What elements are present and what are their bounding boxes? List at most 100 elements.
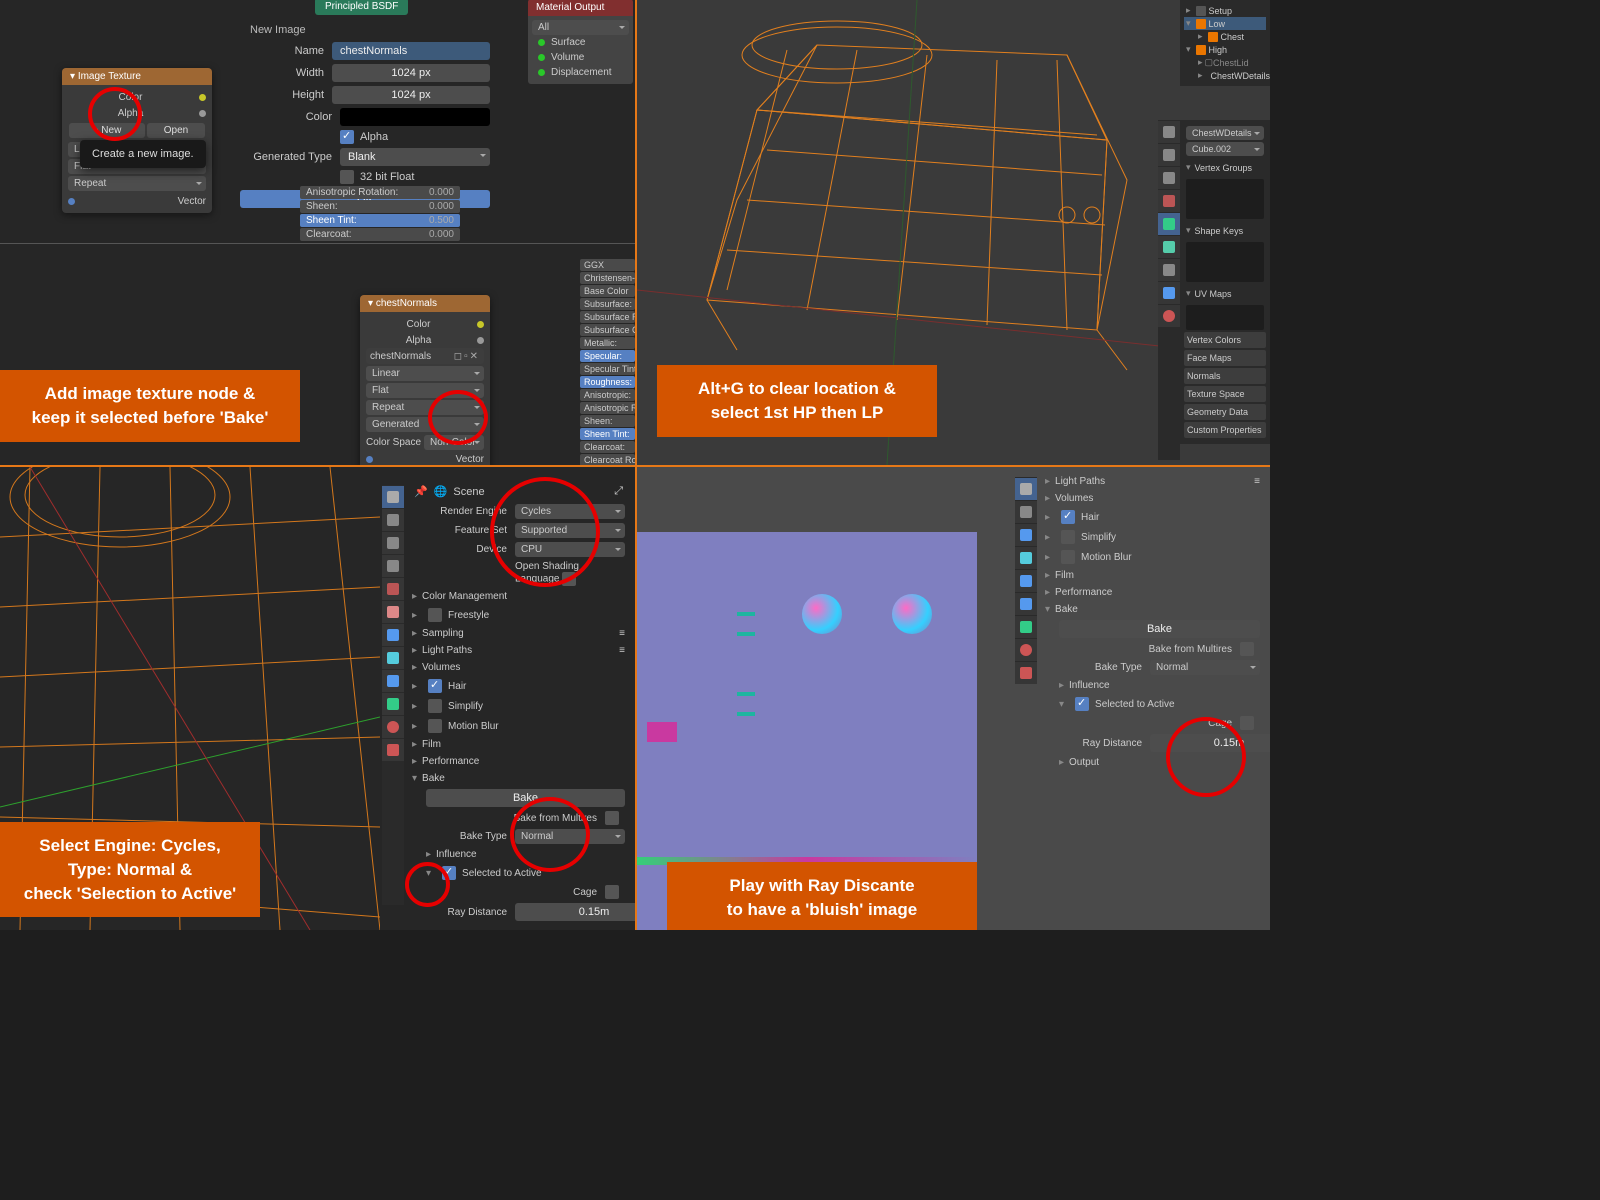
material-output-mode-dropdown[interactable]: All [532, 20, 629, 35]
material-output-node[interactable]: Material Output All Surface Volume Displ… [528, 0, 633, 84]
volumes-section[interactable]: Volumes [1055, 493, 1093, 504]
outliner-item[interactable]: ChestWDetails [1211, 71, 1270, 81]
performance-section[interactable]: Performance [422, 756, 479, 767]
bake-multires-check[interactable] [1240, 642, 1254, 656]
gentype-dropdown[interactable]: Blank [340, 148, 490, 166]
float-checkbox[interactable] [340, 170, 354, 184]
tab-output[interactable] [382, 509, 404, 531]
chest-source-dropdown[interactable]: Generated [366, 417, 484, 432]
outliner-item[interactable]: ChestLid [1213, 58, 1249, 68]
ray-distance-input[interactable] [515, 903, 635, 921]
bake-section[interactable]: Bake [1055, 604, 1078, 615]
tab-objdata[interactable] [382, 693, 404, 715]
hair-check[interactable] [428, 679, 442, 693]
viewport-3d[interactable]: .w{stroke:#ff8c1a;stroke-width:1;fill:no… [637, 0, 1270, 465]
outliner-item[interactable]: Setup [1209, 6, 1233, 16]
cage-check[interactable] [1240, 716, 1254, 730]
outliner-item[interactable]: Low [1209, 19, 1226, 29]
bake-section[interactable]: Bake [422, 773, 445, 784]
name-input[interactable] [332, 42, 490, 60]
face-maps-section[interactable]: Face Maps [1184, 350, 1266, 366]
simplify-section[interactable]: Simplify [1081, 532, 1116, 543]
tab-object[interactable] [382, 601, 404, 623]
tab-render[interactable] [1158, 121, 1180, 143]
preset-icon[interactable]: ≡ [619, 645, 625, 656]
hair-section[interactable]: Hair [1081, 512, 1099, 523]
preset-icon[interactable]: ≡ [619, 628, 625, 639]
tab-world[interactable] [382, 578, 404, 600]
mesh-dropdown[interactable]: Cube.002 [1186, 142, 1264, 156]
bake-button[interactable]: Bake [426, 789, 625, 807]
vertex-colors-section[interactable]: Vertex Colors [1184, 332, 1266, 348]
device-dropdown[interactable]: CPU [515, 542, 625, 557]
freestyle-section[interactable]: Freestyle [448, 610, 489, 621]
outliner-panel[interactable]: ▸Setup ▾Low ▸Chest ▾High ▸▢ChestLid ▸Che… [1180, 0, 1270, 86]
chest-proj-dropdown[interactable]: Flat [366, 383, 484, 398]
open-image-button[interactable]: Open [147, 123, 205, 138]
bake-type-dropdown[interactable]: Normal [515, 829, 625, 844]
tab-modifiers[interactable] [382, 624, 404, 646]
image-datablock-icons[interactable]: ◻▫✕ [454, 351, 480, 362]
extension-dropdown[interactable]: Repeat [68, 176, 206, 191]
bake-type-dropdown[interactable]: Normal [1150, 660, 1260, 675]
motionblur-check[interactable] [1061, 550, 1075, 564]
tab-constraints[interactable] [1015, 593, 1037, 615]
chest-normals-node[interactable]: ▾ chestNormals Color Alpha chestNormals … [360, 295, 490, 465]
texture-space-section[interactable]: Texture Space [1184, 386, 1266, 402]
tab-texture[interactable] [382, 739, 404, 761]
custom-properties-section[interactable]: Custom Properties [1184, 422, 1266, 438]
selected-to-active-check[interactable] [1075, 697, 1089, 711]
tab-world[interactable] [1158, 190, 1180, 212]
tab-physics[interactable] [1158, 282, 1180, 304]
cage-check[interactable] [605, 885, 619, 899]
colorspace-dropdown[interactable]: Non-Color [424, 435, 484, 450]
geometry-data-section[interactable]: Geometry Data [1184, 404, 1266, 420]
feature-dropdown[interactable]: Supported [515, 523, 625, 538]
height-input[interactable] [332, 86, 490, 104]
chest-interp-dropdown[interactable]: Linear [366, 366, 484, 381]
output-section[interactable]: Output [1069, 757, 1099, 768]
influence-section[interactable]: Influence [436, 849, 477, 860]
ray-distance-input[interactable] [1150, 734, 1270, 752]
tab-scene[interactable] [382, 555, 404, 577]
simplify-section[interactable]: Simplify [448, 701, 483, 712]
film-section[interactable]: Film [422, 739, 441, 750]
pin-icon[interactable]: 📌 [414, 485, 428, 498]
tab-output[interactable] [1158, 144, 1180, 166]
tab-render[interactable] [1015, 478, 1037, 500]
bake-multires-check[interactable] [605, 811, 619, 825]
new-image-button[interactable]: + New [69, 123, 145, 138]
freestyle-check[interactable] [428, 608, 442, 622]
film-section[interactable]: Film [1055, 570, 1074, 581]
outliner-item[interactable]: High [1209, 45, 1228, 55]
motionblur-section[interactable]: Motion Blur [1081, 552, 1132, 563]
hair-section[interactable]: Hair [448, 681, 466, 692]
lightpaths-section[interactable]: Light Paths [1055, 476, 1105, 487]
simplify-check[interactable] [428, 699, 442, 713]
lightpaths-section[interactable]: Light Paths [422, 645, 472, 656]
tab-material[interactable] [1158, 305, 1180, 327]
vertex-groups-section[interactable]: Vertex Groups [1195, 163, 1253, 173]
simplify-check[interactable] [1061, 530, 1075, 544]
selected-to-active-check[interactable] [442, 866, 456, 880]
preset-icon[interactable]: ≡ [1254, 476, 1260, 487]
tab-texture[interactable] [1015, 662, 1037, 684]
normals-section[interactable]: Normals [1184, 368, 1266, 384]
object-dropdown[interactable]: ChestWDetails [1186, 126, 1264, 140]
sampling-section[interactable]: Sampling [422, 628, 464, 639]
tab-particles[interactable] [1158, 259, 1180, 281]
tab-scene[interactable] [1015, 524, 1037, 546]
tab-material[interactable] [382, 716, 404, 738]
tab-render[interactable] [382, 486, 404, 508]
shape-keys-section[interactable]: Shape Keys [1195, 226, 1244, 236]
alpha-checkbox[interactable] [340, 130, 354, 144]
osl-checkbox[interactable] [562, 572, 576, 586]
color-swatch[interactable] [340, 108, 490, 126]
uv-maps-section[interactable]: UV Maps [1195, 289, 1232, 299]
tab-viewlayer[interactable] [382, 532, 404, 554]
tab-physics[interactable] [382, 670, 404, 692]
performance-section[interactable]: Performance [1055, 587, 1112, 598]
tab-object[interactable] [1015, 570, 1037, 592]
tab-material[interactable] [1015, 639, 1037, 661]
expand-icon[interactable]: ⤢ [614, 485, 623, 498]
